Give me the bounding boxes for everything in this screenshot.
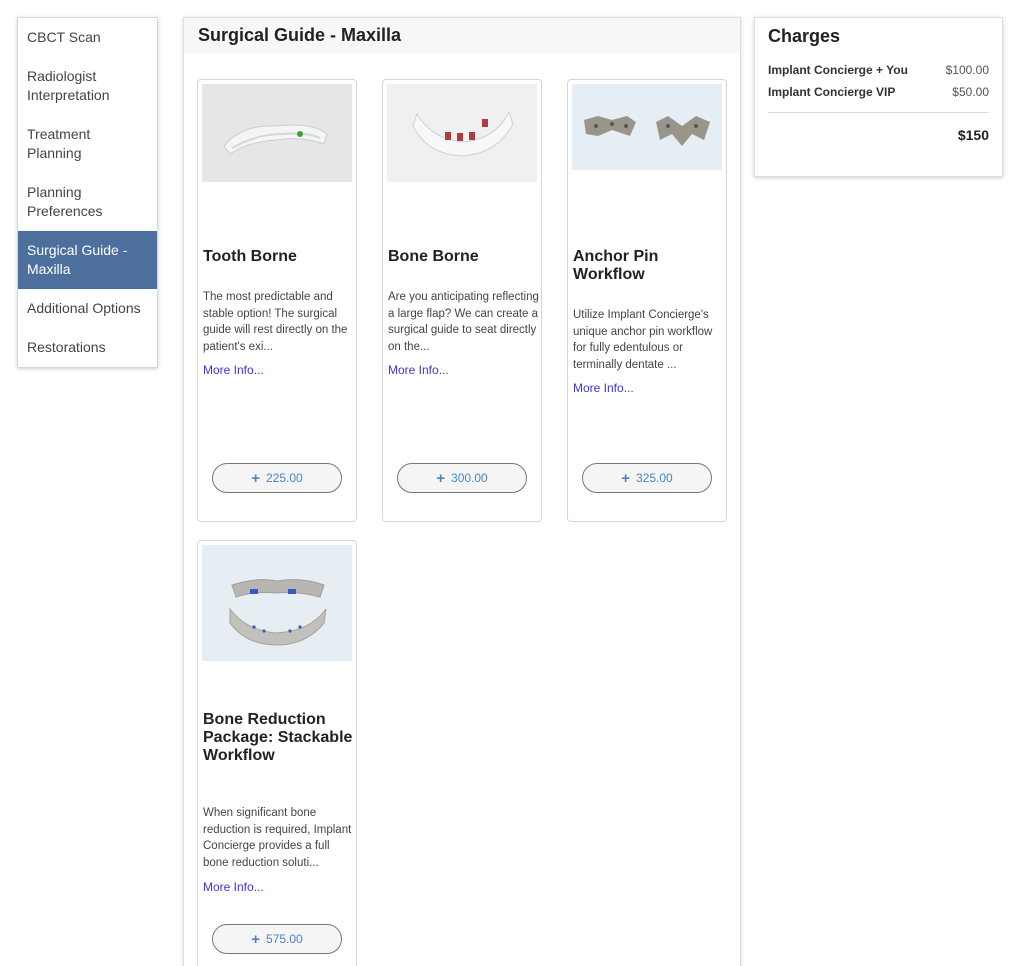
add-bone-reduction-package-button[interactable]: + 575.00 [212, 924, 342, 954]
card-title: Tooth Borne [203, 248, 297, 265]
main-header: Surgical Guide - Maxilla [184, 18, 740, 53]
card-title: Bone Borne [388, 248, 479, 265]
option-card-tooth-borne: Tooth Borne The most predictable and sta… [197, 79, 357, 522]
divider [768, 112, 989, 113]
plus-icon: + [251, 469, 261, 487]
card-title: Anchor Pin Workflow [573, 248, 659, 283]
price-label: 300.00 [451, 471, 488, 485]
charge-name: Implant Concierge VIP [768, 85, 896, 99]
more-info-link[interactable]: More Info... [203, 363, 264, 377]
more-info-link[interactable]: More Info... [573, 381, 634, 395]
page-title: Surgical Guide - Maxilla [198, 25, 402, 45]
plus-icon: + [621, 469, 631, 487]
card-description: When significant bone reduction is requi… [203, 807, 352, 869]
more-info-link[interactable]: More Info... [388, 363, 449, 377]
charge-row: Implant Concierge + You $100.00 [768, 63, 989, 77]
bone-borne-guide-image [387, 84, 537, 182]
card-description: Utilize Implant Concierge's unique ancho… [573, 309, 713, 371]
price-label: 575.00 [266, 932, 303, 946]
plus-icon: + [436, 469, 446, 487]
card-title: Bone Reduction Package: Stackable Workfl… [203, 711, 353, 764]
charges-panel: Charges Implant Concierge + You $100.00 … [754, 17, 1003, 177]
charge-row: Implant Concierge VIP $50.00 [768, 85, 989, 99]
add-anchor-pin-workflow-button[interactable]: + 325.00 [582, 463, 712, 493]
charge-amount: $100.00 [945, 63, 989, 77]
option-card-anchor-pin-workflow: Anchor Pin Workflow Utilize Implant Conc… [567, 79, 727, 522]
add-tooth-borne-button[interactable]: + 225.00 [212, 463, 342, 493]
option-card-bone-reduction-package: Bone Reduction Package: Stackable Workfl… [197, 540, 357, 966]
add-bone-borne-button[interactable]: + 300.00 [397, 463, 527, 493]
card-description: Are you anticipating reflecting a large … [388, 291, 539, 353]
charges-total: $150 [957, 127, 989, 143]
sidebar-item-treatment-planning[interactable]: Treatment Planning [18, 115, 157, 173]
charge-name: Implant Concierge + You [768, 63, 908, 77]
sidebar-item-surgical-guide-maxilla[interactable]: Surgical Guide - Maxilla [18, 231, 157, 289]
more-info-link[interactable]: More Info... [203, 880, 264, 894]
sidebar-item-cbct-scan[interactable]: CBCT Scan [18, 18, 157, 57]
price-label: 325.00 [636, 471, 673, 485]
bone-reduction-guide-image [202, 545, 352, 661]
charge-amount: $50.00 [952, 85, 989, 99]
main-panel: Surgical Guide - Maxilla Tooth Borne The… [183, 17, 741, 966]
tooth-borne-guide-image [202, 84, 352, 182]
plus-icon: + [251, 930, 261, 948]
sidebar-nav: CBCT Scan Radiologist Interpretation Tre… [17, 17, 158, 368]
option-card-bone-borne: Bone Borne Are you anticipating reflecti… [382, 79, 542, 522]
card-description: The most predictable and stable option! … [203, 291, 348, 353]
anchor-pin-guide-image [572, 84, 722, 170]
sidebar-item-planning-preferences[interactable]: Planning Preferences [18, 173, 157, 231]
sidebar-item-additional-options[interactable]: Additional Options [18, 289, 157, 328]
price-label: 225.00 [266, 471, 303, 485]
sidebar-item-radiologist-interpretation[interactable]: Radiologist Interpretation [18, 57, 157, 115]
sidebar-item-restorations[interactable]: Restorations [18, 328, 157, 367]
charges-title: Charges [768, 26, 841, 46]
